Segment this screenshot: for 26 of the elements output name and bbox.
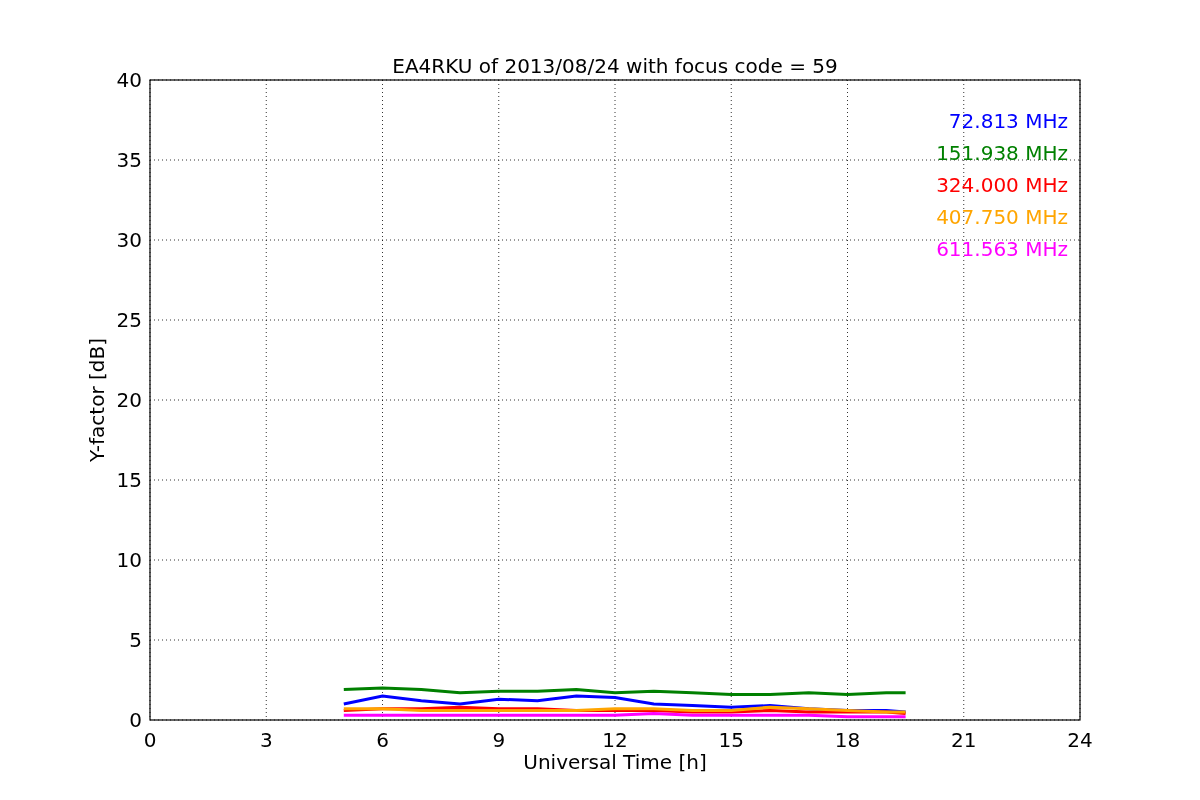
x-tick-label: 21 bbox=[951, 728, 977, 752]
y-tick-label: 15 bbox=[116, 468, 142, 492]
x-tick-label: 0 bbox=[143, 728, 157, 752]
y-tick-label: 10 bbox=[116, 548, 142, 572]
x-tick-label: 15 bbox=[718, 728, 744, 752]
x-tick-label: 3 bbox=[259, 728, 273, 752]
y-tick-label: 35 bbox=[116, 148, 142, 172]
x-tick-label: 9 bbox=[492, 728, 506, 752]
legend-label: 611.563 MHz bbox=[936, 237, 1068, 261]
x-tick-label: 12 bbox=[602, 728, 628, 752]
y-tick-label: 40 bbox=[116, 68, 142, 92]
y-tick-label: 20 bbox=[116, 388, 142, 412]
y-tick-label: 25 bbox=[116, 308, 142, 332]
y-tick-label: 0 bbox=[129, 708, 142, 732]
legend-label: 407.750 MHz bbox=[936, 205, 1068, 229]
legend-label: 151.938 MHz bbox=[936, 141, 1068, 165]
legend-label: 324.000 MHz bbox=[936, 173, 1068, 197]
x-axis-label: Universal Time [h] bbox=[523, 750, 707, 774]
x-tick-label: 6 bbox=[376, 728, 389, 752]
y-tick-label: 30 bbox=[116, 228, 142, 252]
legend-label: 72.813 MHz bbox=[948, 109, 1068, 133]
x-tick-label: 24 bbox=[1067, 728, 1093, 752]
y-tick-label: 5 bbox=[129, 628, 142, 652]
chart-title: EA4RKU of 2013/08/24 with focus code = 59 bbox=[392, 54, 838, 78]
x-tick-label: 18 bbox=[834, 728, 861, 752]
y-axis-label: Y-factor [dB] bbox=[85, 338, 109, 462]
